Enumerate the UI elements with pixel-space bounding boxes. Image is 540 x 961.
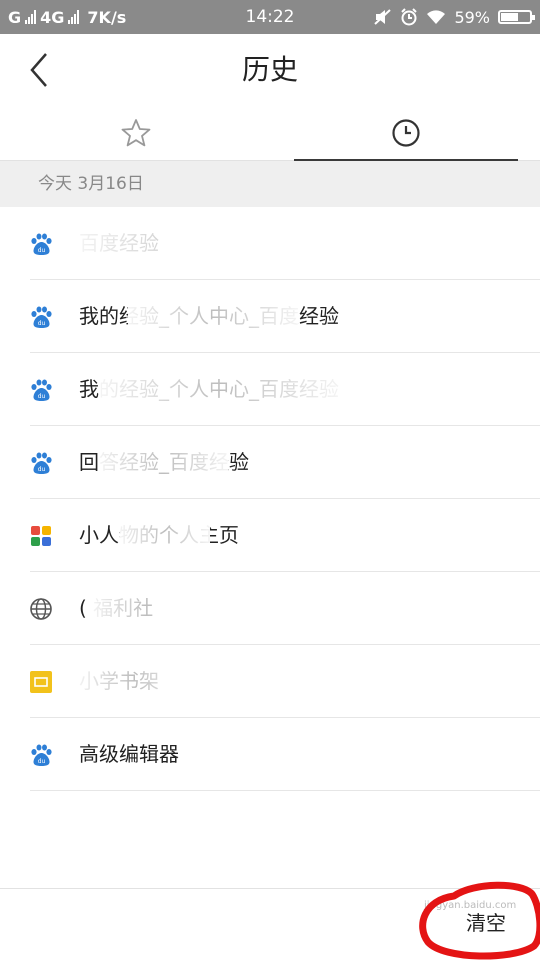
- colorful-app-icon: [31, 526, 51, 546]
- list-item[interactable]: 小学书架: [0, 645, 540, 718]
- redaction: [78, 667, 188, 697]
- star-icon: [121, 119, 151, 147]
- list-item[interactable]: 小人物的个人主页: [0, 499, 540, 572]
- svg-text:du: du: [38, 247, 46, 254]
- redaction: [200, 740, 300, 770]
- list-item[interactable]: ( 福利社: [0, 572, 540, 645]
- mute-icon: [374, 9, 392, 25]
- svg-text:du: du: [38, 758, 46, 765]
- baidu-paw-icon: du: [31, 306, 52, 328]
- baidu-paw-icon: du: [31, 379, 52, 401]
- bottom-bar: 清空: [0, 888, 540, 961]
- clock-icon: [392, 119, 420, 147]
- redaction: [128, 302, 298, 332]
- baidu-paw-icon: du: [31, 233, 52, 255]
- watermark: jingyan.baidu.com: [424, 900, 517, 911]
- status-bar: G 4G 7K/s 14:22 59%: [0, 0, 540, 34]
- list-item[interactable]: du 我的经验_个人中心_百度经验: [0, 353, 540, 426]
- redaction: [98, 448, 228, 478]
- baidu-paw-icon: du: [31, 744, 52, 766]
- redaction: [120, 521, 210, 551]
- list-item-title: 高级编辑器: [79, 742, 179, 766]
- redaction: [92, 594, 202, 624]
- battery-icon: [498, 10, 535, 24]
- svg-text:du: du: [38, 466, 46, 473]
- list-item[interactable]: du 高级编辑器: [0, 718, 540, 791]
- battery-percent: 59%: [454, 7, 490, 27]
- svg-text:du: du: [38, 393, 46, 400]
- divider: [30, 790, 540, 791]
- tab-favorites[interactable]: [24, 106, 248, 160]
- alarm-icon: [401, 8, 418, 26]
- list-item[interactable]: du 百度经验: [0, 207, 540, 280]
- svg-text:du: du: [38, 320, 46, 327]
- list-item[interactable]: du 回答经验_百度经验: [0, 426, 540, 499]
- status-right: 59%: [374, 0, 535, 34]
- history-list: du 百度经验 du 我的经验_个人中心_百度经验 du 我的经验_个人中心_百…: [0, 207, 540, 791]
- header: 历史: [0, 34, 540, 106]
- wifi-icon: [427, 10, 446, 24]
- globe-icon: [30, 598, 52, 620]
- tab-bar: [0, 106, 540, 161]
- date-section-header: 今天 3月16日: [0, 161, 540, 207]
- battery-level: [501, 13, 518, 21]
- redaction: [100, 375, 340, 405]
- yellow-app-icon: [30, 671, 52, 693]
- clear-button[interactable]: 清空: [466, 907, 506, 936]
- page-title: 历史: [241, 53, 298, 86]
- list-item[interactable]: du 我的经验_个人中心_百度经验: [0, 280, 540, 353]
- redaction: [78, 229, 368, 259]
- baidu-paw-icon: du: [31, 452, 52, 474]
- tab-history[interactable]: [294, 106, 518, 161]
- date-label: 今天 3月16日: [38, 174, 144, 194]
